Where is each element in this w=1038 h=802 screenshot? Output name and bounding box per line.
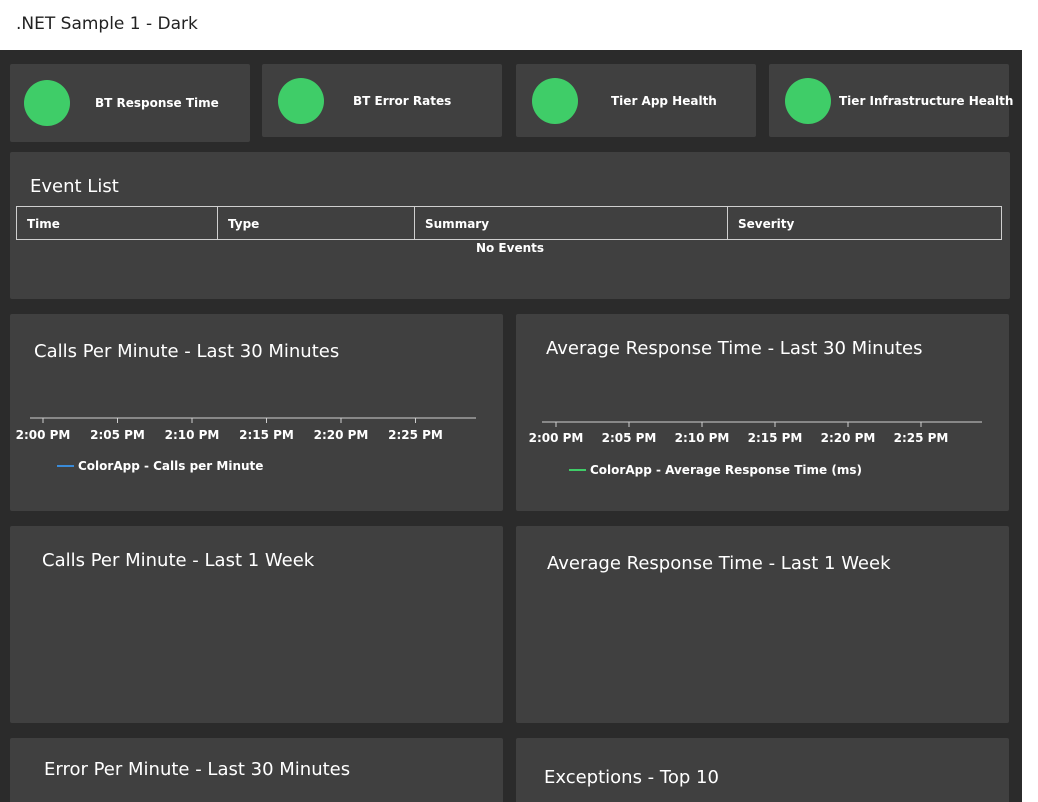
exceptions-top10-widget: Exceptions - Top 10 bbox=[516, 738, 1009, 802]
x-tick-label: 2:20 PM bbox=[314, 428, 369, 442]
column-header-type[interactable]: Type bbox=[218, 207, 415, 239]
calls-per-minute-30-widget: Calls Per Minute - Last 30 Minutes 2:00 … bbox=[10, 314, 503, 511]
event-list-widget: Event List Time Type Summary Severity No… bbox=[10, 152, 1010, 299]
errors-per-minute-30-widget: Error Per Minute - Last 30 Minutes bbox=[10, 738, 503, 802]
title-bar: .NET Sample 1 - Dark bbox=[0, 0, 1038, 50]
event-table-header: Time Type Summary Severity bbox=[16, 206, 1002, 240]
health-widget-tier-infrastructure-health[interactable]: Tier Infrastructure Health bbox=[769, 64, 1013, 137]
x-tick-label: 2:05 PM bbox=[602, 431, 657, 445]
x-tick-label: 2:00 PM bbox=[529, 431, 584, 445]
calls-per-minute-week-widget: Calls Per Minute - Last 1 Week bbox=[10, 526, 503, 723]
widget-title: Calls Per Minute - Last 1 Week bbox=[42, 550, 315, 571]
health-widget-label: BT Error Rates bbox=[353, 94, 452, 108]
avg-response-time-chart: 2:00 PM 2:05 PM 2:10 PM 2:15 PM 2:20 PM 2:25 … bbox=[529, 421, 982, 477]
legend-label: ColorApp - Calls per Minute bbox=[78, 459, 263, 473]
x-tick-label: 2:15 PM bbox=[748, 431, 803, 445]
widget-title: Error Per Minute - Last 30 Minutes bbox=[44, 759, 351, 780]
health-widget-label: Tier Infrastructure Health bbox=[839, 94, 1014, 108]
page-title: .NET Sample 1 - Dark bbox=[16, 14, 198, 34]
health-widget-label: Tier App Health bbox=[611, 94, 717, 108]
legend-label: ColorApp - Average Response Time (ms) bbox=[590, 463, 862, 477]
column-header-summary[interactable]: Summary bbox=[415, 207, 728, 239]
empty-state-text: No Events bbox=[475, 241, 545, 255]
dashboard-canvas: BT Response Time BT Error Rates Tier App… bbox=[0, 50, 1022, 802]
x-tick-label: 2:25 PM bbox=[388, 428, 443, 442]
event-list-title: Event List bbox=[30, 176, 119, 197]
health-status-icon bbox=[24, 80, 70, 126]
x-tick-label: 2:10 PM bbox=[165, 428, 220, 442]
calls-per-minute-chart: 2:00 PM 2:05 PM 2:10 PM 2:15 PM 2:20 PM 2:25 … bbox=[16, 417, 476, 473]
column-header-severity[interactable]: Severity bbox=[728, 207, 1001, 239]
x-tick-label: 2:25 PM bbox=[894, 431, 949, 445]
avg-response-time-week-widget: Average Response Time - Last 1 Week bbox=[516, 526, 1009, 723]
x-tick-label: 2:20 PM bbox=[821, 431, 876, 445]
avg-response-time-30-widget: Average Response Time - Last 30 Minutes … bbox=[516, 314, 1009, 511]
x-tick-label: 2:00 PM bbox=[16, 428, 71, 442]
health-widget-label: BT Response Time bbox=[95, 96, 219, 110]
column-header-time[interactable]: Time bbox=[17, 207, 218, 239]
health-status-icon bbox=[532, 78, 578, 124]
health-widget-bt-error-rates[interactable]: BT Error Rates bbox=[262, 64, 502, 137]
x-tick-label: 2:10 PM bbox=[675, 431, 730, 445]
health-status-icon bbox=[785, 78, 831, 124]
health-widget-bt-response-time[interactable]: BT Response Time bbox=[10, 64, 250, 142]
widget-title: Average Response Time - Last 1 Week bbox=[547, 553, 891, 574]
x-tick-label: 2:15 PM bbox=[239, 428, 294, 442]
widget-title: Exceptions - Top 10 bbox=[544, 767, 719, 788]
health-status-icon bbox=[278, 78, 324, 124]
health-widget-tier-app-health[interactable]: Tier App Health bbox=[516, 64, 756, 137]
x-tick-label: 2:05 PM bbox=[90, 428, 145, 442]
